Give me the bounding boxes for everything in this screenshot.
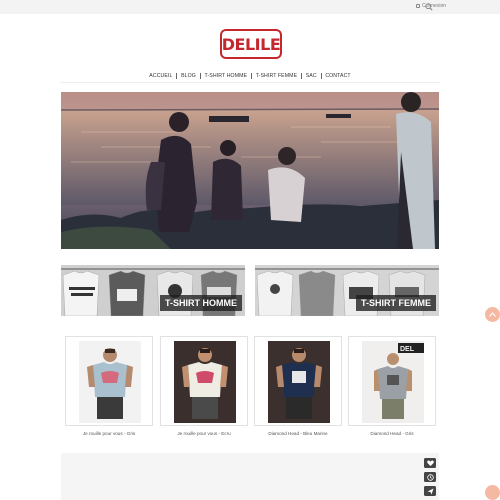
scroll-button[interactable]	[485, 485, 500, 500]
site-logo[interactable]: DELILE	[220, 29, 282, 59]
category-label: T-SHIRT FEMME	[356, 295, 436, 311]
category-banner-homme[interactable]: T-SHIRT HOMME	[61, 265, 245, 316]
product-image	[79, 341, 141, 423]
nav-item-sac[interactable]: SAC	[302, 73, 321, 79]
lock-icon	[416, 4, 421, 8]
nav-rule	[60, 82, 440, 83]
product-title[interactable]: Je rouille pour vous - Gris	[65, 431, 153, 436]
product-title[interactable]: Diamond Head - Gris	[348, 431, 436, 436]
product-image	[174, 341, 236, 423]
nav-item-accueil[interactable]: ACCUEIL	[145, 73, 176, 79]
product-title[interactable]: Je rouille pour vous - Ecru	[160, 431, 248, 436]
footer-area	[61, 453, 439, 500]
send-icon[interactable]	[424, 486, 436, 496]
nav-item-blog[interactable]: BLOG	[177, 73, 200, 79]
nav-item-contact[interactable]: CONTACT	[321, 73, 354, 79]
logo-text: DELILE	[221, 34, 281, 54]
hero-image	[61, 92, 439, 249]
top-bar: Connexion	[0, 0, 500, 14]
product-title[interactable]: Diamond Head - Bleu Marine	[254, 431, 342, 436]
product-card[interactable]: DEL	[348, 336, 436, 426]
nav-item-tshirt-femme[interactable]: T-SHIRT FEMME	[252, 73, 301, 79]
product-card[interactable]	[254, 336, 342, 426]
clock-icon[interactable]	[424, 472, 436, 482]
category-banner-femme[interactable]: T-SHIRT FEMME	[255, 265, 439, 316]
product-image	[268, 341, 330, 423]
search-icon[interactable]	[424, 2, 434, 12]
heart-icon[interactable]	[424, 458, 436, 468]
product-card[interactable]	[65, 336, 153, 426]
product-card[interactable]	[160, 336, 248, 426]
scroll-up-button[interactable]	[485, 307, 500, 322]
svg-text:DEL: DEL	[400, 346, 415, 353]
nav-item-tshirt-homme[interactable]: T-SHIRT HOMME	[200, 73, 251, 79]
category-label: T-SHIRT HOMME	[160, 295, 242, 311]
main-nav: ACCUEIL BLOG T-SHIRT HOMME T-SHIRT FEMME…	[60, 70, 440, 82]
chevron-up-icon	[489, 312, 496, 317]
product-image: DEL	[362, 341, 424, 423]
page: Connexion DELILE ACCUEIL BLOG T-SHIRT HO…	[0, 0, 500, 500]
